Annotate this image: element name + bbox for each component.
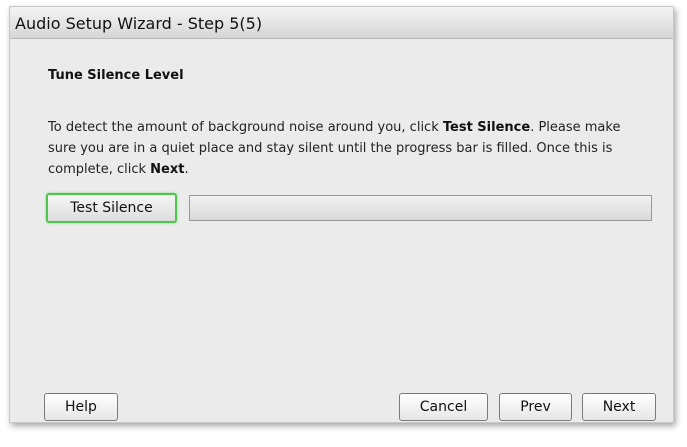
wizard-content: Tune Silence Level To detect the amount … xyxy=(48,68,648,177)
silence-progress-bar xyxy=(189,195,652,221)
cancel-button[interactable]: Cancel xyxy=(399,393,488,421)
help-button[interactable]: Help xyxy=(44,393,118,421)
instructions-part-1: To detect the amount of background noise… xyxy=(48,120,443,135)
instructions-text: To detect the amount of background noise… xyxy=(48,117,648,180)
audio-setup-wizard-dialog: Audio Setup Wizard - Step 5(5) Tune Sile… xyxy=(9,6,674,423)
instructions-bold-test-silence: Test Silence xyxy=(442,120,531,135)
prev-button[interactable]: Prev xyxy=(499,393,572,421)
instructions-part-3: . xyxy=(184,162,189,177)
instructions-bold-next: Next xyxy=(150,162,185,177)
test-silence-button[interactable]: Test Silence xyxy=(46,193,177,223)
section-title: Tune Silence Level xyxy=(48,68,184,83)
next-button[interactable]: Next xyxy=(582,393,656,421)
window-title: Audio Setup Wizard - Step 5(5) xyxy=(15,14,263,33)
title-bar[interactable]: Audio Setup Wizard - Step 5(5) xyxy=(10,7,673,39)
